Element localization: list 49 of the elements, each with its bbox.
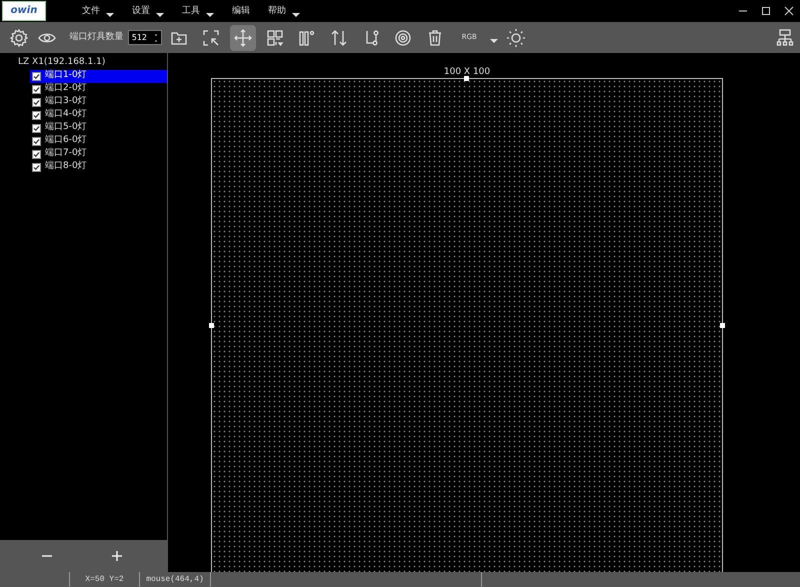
close-icon[interactable]: [782, 4, 796, 18]
tree-root[interactable]: LZ X1(192.168.1.1): [0, 53, 167, 70]
caret-icon: [490, 38, 498, 42]
tree-item[interactable]: 端口7-0灯: [30, 148, 167, 160]
checkbox[interactable]: [32, 124, 41, 132]
caret-icon: [206, 12, 214, 17]
size-label: 100 X 100: [444, 67, 490, 77]
tree-item[interactable]: 端口2-0灯: [30, 82, 167, 96]
checkbox[interactable]: [32, 136, 41, 146]
settings-icon: [9, 28, 29, 48]
checkbox[interactable]: [32, 162, 41, 172]
port-light-count-label: 端口灯具数量: [69, 30, 124, 44]
caret-icon: [156, 12, 164, 17]
target-icon: [393, 28, 414, 48]
led-dot-grid[interactable]: [211, 78, 723, 572]
caret-icon: [106, 12, 114, 17]
fit-screen-icon: [201, 28, 222, 48]
swap-arrows-icon: [329, 28, 350, 48]
tree-item[interactable]: 端口5-0灯: [30, 122, 167, 134]
move-icon: [233, 28, 254, 48]
sun-icon: [506, 28, 526, 48]
checkbox[interactable]: [32, 110, 41, 120]
resize-handle[interactable]: [720, 322, 725, 328]
move-button[interactable]: [230, 24, 256, 50]
app-logo: owin: [2, 1, 46, 21]
menu-item[interactable]: 文件: [82, 5, 114, 18]
tree-item[interactable]: 端口4-0灯: [30, 108, 167, 122]
menu-item[interactable]: 设置: [132, 5, 164, 18]
tree-item[interactable]: 端口1-0灯: [30, 70, 167, 82]
plus-icon: [111, 550, 123, 562]
resize-handle[interactable]: [209, 322, 214, 328]
light-count-field[interactable]: 512: [128, 30, 162, 45]
tree-item[interactable]: 端口6-0灯: [30, 134, 167, 148]
mouse-readout: mouse(464,4): [146, 574, 204, 586]
network-icon: [774, 28, 795, 48]
checkbox[interactable]: [32, 72, 41, 80]
checkbox[interactable]: [32, 150, 41, 158]
checkbox[interactable]: [32, 84, 41, 94]
caret-icon: [292, 12, 300, 17]
tree-item[interactable]: 端口8-0灯: [30, 160, 167, 174]
tree-item[interactable]: 端口3-0灯: [30, 96, 167, 108]
menu-item[interactable]: 编辑: [232, 5, 250, 18]
resize-handle[interactable]: [464, 76, 469, 81]
checkbox[interactable]: [32, 98, 41, 106]
menu-item[interactable]: 工具: [182, 5, 214, 18]
spin-arrows-icon: [154, 32, 158, 42]
grid-icon: [265, 28, 286, 48]
menu-item[interactable]: 帮助: [268, 5, 300, 18]
position-readout: X=50 Y=2: [85, 574, 124, 586]
